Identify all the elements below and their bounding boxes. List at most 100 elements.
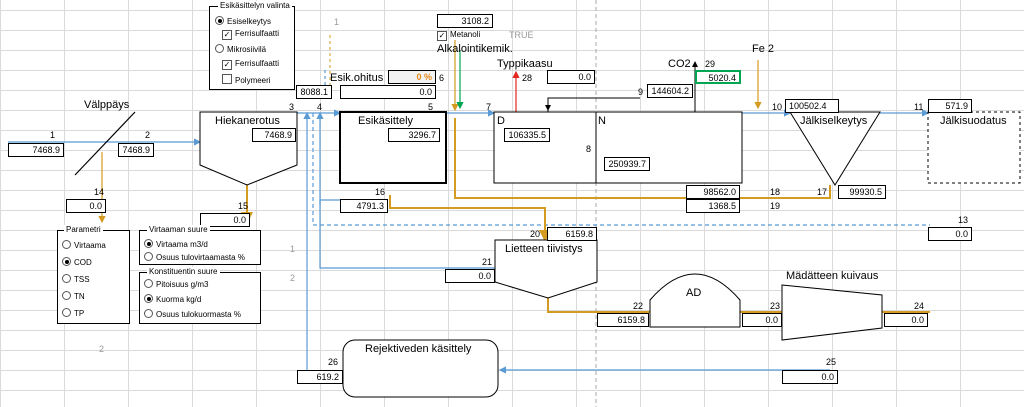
- value-stream-11[interactable]: 571.9: [928, 99, 972, 113]
- stream-num-10: 10: [772, 102, 783, 112]
- rejektivesi-title: Rejektiveden käsittely: [365, 343, 472, 355]
- row-label-2a: 2: [290, 273, 296, 283]
- zone-d-label: D: [497, 115, 505, 127]
- row-label-1a: 1: [334, 17, 340, 27]
- option-esiselkeytys[interactable]: Esiselkeytys: [215, 16, 271, 27]
- option-polymeeri[interactable]: Polymeeri: [222, 74, 271, 86]
- stream-num-20: 20: [530, 229, 541, 239]
- param-tp[interactable]: TP: [62, 308, 84, 319]
- alkalointi-label: Alkalointikemik.: [437, 43, 513, 55]
- value-stream-22[interactable]: 6159.8: [597, 313, 649, 327]
- value-zone-d[interactable]: 106335.5: [504, 128, 550, 142]
- value-typpikaasu[interactable]: 0.0: [547, 70, 595, 84]
- stream-num-26: 26: [328, 357, 339, 367]
- co2-label: CO2: [668, 58, 691, 70]
- stream-num-9: 9: [638, 87, 644, 97]
- value-stream-2[interactable]: 7468.9: [118, 143, 154, 157]
- stream-num-5: 5: [428, 102, 434, 112]
- stream-num-15: 15: [238, 201, 249, 211]
- stream-num-6: 6: [439, 73, 445, 83]
- option-ferrisulfaatti-1[interactable]: ✓ Ferrisulfaatti: [222, 29, 279, 40]
- madatteen-title: Mädätteen kuivaus: [786, 270, 879, 282]
- value-stream-19[interactable]: 1368.5: [686, 199, 740, 213]
- value-stream-25[interactable]: 0.0: [782, 370, 838, 384]
- value-esikasittely[interactable]: 3296.7: [388, 128, 440, 142]
- check-icon: ✓: [437, 31, 447, 41]
- esikasittely-panel-title: Esikäsittelyn valinta: [218, 1, 292, 10]
- stream-num-22: 22: [633, 301, 644, 311]
- stream-num-4: 4: [317, 102, 323, 112]
- stream-num-23: 23: [770, 301, 781, 311]
- stream-num-19: 19: [770, 201, 781, 211]
- esik-ohitus-label: Esik.ohitus: [330, 72, 384, 84]
- value-stream-1[interactable]: 7468.9: [8, 143, 64, 157]
- true-flag: TRUE: [509, 30, 534, 40]
- virtaaman-title: Virtaaman suure: [147, 225, 210, 234]
- stream-num-24: 24: [914, 301, 925, 311]
- param-tn[interactable]: TN: [62, 291, 85, 302]
- option-mikrosiivila[interactable]: Mikrosiivilä: [215, 44, 266, 55]
- stream-num-13: 13: [958, 215, 969, 225]
- value-stream-23[interactable]: 0.0: [742, 313, 782, 327]
- option-ferrisulfaatti-2[interactable]: ✓ Ferrisulfaatti: [222, 59, 279, 70]
- valippays-title: Välppäys: [84, 99, 130, 111]
- esikasittely-title: Esikäsittely: [358, 115, 414, 127]
- metanoli-checkbox[interactable]: ✓ Metanoli: [437, 30, 480, 41]
- hiekanerotus-title: Hiekanerotus: [215, 115, 280, 127]
- lietteen-title: Lietteen tiivistys: [505, 243, 583, 255]
- parametri-title: Parametri: [64, 225, 103, 234]
- stream-num-8: 8: [586, 144, 592, 154]
- stream-num-2: 2: [145, 130, 151, 140]
- aeration-tank-shape: [493, 111, 743, 184]
- stream-num-29: 29: [705, 59, 716, 69]
- jalkisuodatus-title: Jälkisuodatus: [940, 115, 1007, 127]
- value-stream-18[interactable]: 98562.0: [686, 185, 740, 199]
- stream-num-1: 1: [50, 130, 56, 140]
- value-stream-14[interactable]: 0.0: [66, 199, 106, 213]
- stream-num-16: 16: [375, 187, 386, 197]
- stream-num-25: 25: [826, 357, 837, 367]
- row-label-2b: 2: [99, 344, 105, 354]
- value-stream-21[interactable]: 0.0: [445, 269, 495, 283]
- value-stream-20[interactable]: 6159.8: [547, 227, 597, 241]
- fe2-label: Fe 2: [752, 43, 775, 55]
- option-osuus-tulokuormasta[interactable]: Osuus tulokuormasta %: [144, 309, 241, 320]
- typpikaasu-label: Typpikaasu: [497, 58, 553, 70]
- value-stream-4[interactable]: 8088.1: [296, 85, 332, 99]
- stream-num-3: 3: [289, 102, 295, 112]
- stream-num-21: 21: [482, 257, 493, 267]
- stream-num-7: 7: [486, 102, 492, 112]
- param-tss[interactable]: TSS: [62, 274, 90, 285]
- row-label-1b: 1: [290, 244, 296, 254]
- value-stream-10[interactable]: 100502.4: [785, 99, 839, 113]
- value-methanol[interactable]: 3108.2: [437, 14, 493, 28]
- stream-num-11: 11: [914, 102, 924, 112]
- value-stream-17[interactable]: 99930.5: [838, 185, 886, 199]
- param-cod[interactable]: COD: [62, 257, 92, 268]
- value-stream-9[interactable]: 144604.2: [647, 84, 693, 98]
- value-stream-13[interactable]: 0.0: [928, 227, 972, 241]
- option-pitoisuus[interactable]: Pitoisuus g/m3: [144, 279, 208, 290]
- option-osuus-tulovirtaamasta[interactable]: Osuus tulovirtaamasta %: [144, 252, 245, 263]
- zone-n-label: N: [598, 115, 606, 127]
- stream-num-28: 28: [522, 73, 533, 83]
- value-co2[interactable]: 5020.4: [695, 70, 741, 84]
- value-stream-8[interactable]: 250939.7: [604, 157, 650, 171]
- konstituentin-title: Konstituentin suure: [147, 267, 220, 276]
- stream-num-17: 17: [817, 187, 828, 197]
- digester-shape: [649, 273, 741, 328]
- param-virtaama[interactable]: Virtaama: [62, 240, 106, 251]
- value-stream-16[interactable]: 4791.3: [340, 199, 388, 213]
- option-kuorma[interactable]: Kuorma kg/d: [144, 294, 201, 305]
- value-stream-24[interactable]: 0.0: [884, 313, 928, 327]
- dewatering-shape: [781, 284, 883, 341]
- ohitus-percent-input[interactable]: 0 %: [388, 70, 436, 84]
- option-virtaama-m3d[interactable]: Virtaama m3/d: [144, 239, 208, 250]
- value-stream-26[interactable]: 619.2: [297, 370, 343, 384]
- value-ohitus[interactable]: 0.0: [340, 85, 436, 99]
- value-hiekanerotus[interactable]: 7468.9: [252, 128, 296, 142]
- jalkiselkeytys-title: Jälkiselkeytys: [800, 115, 868, 127]
- stream-num-14: 14: [94, 187, 105, 197]
- ad-title: AD: [686, 287, 702, 299]
- stream-num-18: 18: [770, 187, 781, 197]
